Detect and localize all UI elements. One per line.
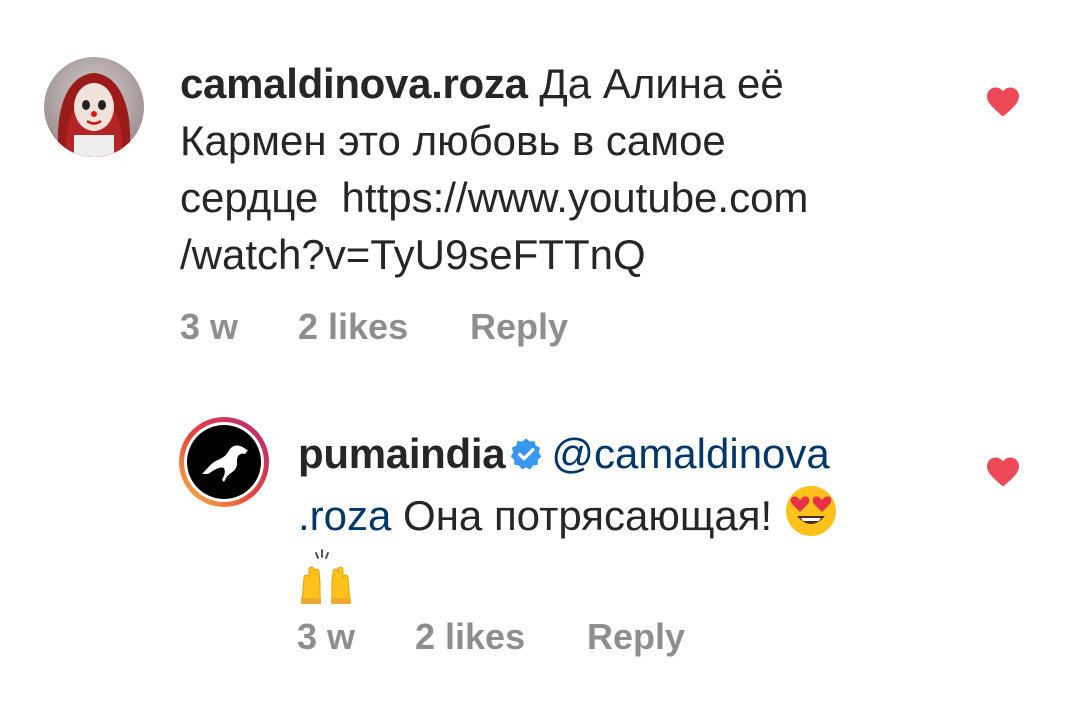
likes-count[interactable]: 2 likes bbox=[298, 306, 408, 348]
comment-text: camaldinova.roza Да Алина её Кармен это … bbox=[180, 55, 960, 283]
comment-text-line3[interactable]: сердце https://www.youtube.com bbox=[180, 169, 960, 226]
comment-text-line4[interactable]: /watch?v=TyU9seFTTnQ bbox=[180, 226, 960, 283]
comment-text-line1: Да Алина её bbox=[539, 60, 784, 107]
timestamp: 3 w bbox=[180, 306, 239, 347]
username[interactable]: pumaindia bbox=[298, 430, 506, 477]
heart-icon[interactable] bbox=[985, 456, 1021, 488]
comment-pumaindia: pumaindia @camaldinova .roza Она потряса… bbox=[0, 380, 1080, 711]
avatar-image bbox=[44, 57, 144, 157]
avatar-camaldinova[interactable] bbox=[44, 57, 144, 157]
likes-count[interactable]: 2 likes bbox=[415, 616, 525, 658]
mention-link-cont[interactable]: .roza bbox=[298, 492, 391, 539]
timestamp: 3 w bbox=[297, 616, 356, 657]
reply-meta: 3 w 2 likes Reply bbox=[297, 616, 797, 660]
reply-text: pumaindia @camaldinova .roza Она потряса… bbox=[298, 425, 958, 610]
reply-button[interactable]: Reply bbox=[470, 306, 568, 348]
mention-link[interactable]: @camaldinova bbox=[551, 430, 829, 477]
heart-eyes-emoji bbox=[785, 486, 836, 536]
verified-badge-icon bbox=[511, 438, 542, 470]
puma-logo-avatar bbox=[179, 417, 269, 507]
comment-camaldinova: camaldinova.roza Да Алина её Кармен это … bbox=[0, 0, 1080, 380]
heart-icon[interactable] bbox=[985, 86, 1021, 118]
raising-hands-emoji bbox=[301, 549, 351, 604]
reply-button[interactable]: Reply bbox=[587, 616, 685, 658]
avatar-pumaindia[interactable] bbox=[178, 416, 270, 508]
username[interactable]: camaldinova.roza bbox=[180, 60, 528, 107]
comment-text-line2: Кармен это любовь в самое bbox=[180, 117, 726, 164]
reply-text-body: Она потрясающая! bbox=[403, 492, 773, 539]
comment-meta: 3 w 2 likes Reply bbox=[180, 306, 680, 350]
